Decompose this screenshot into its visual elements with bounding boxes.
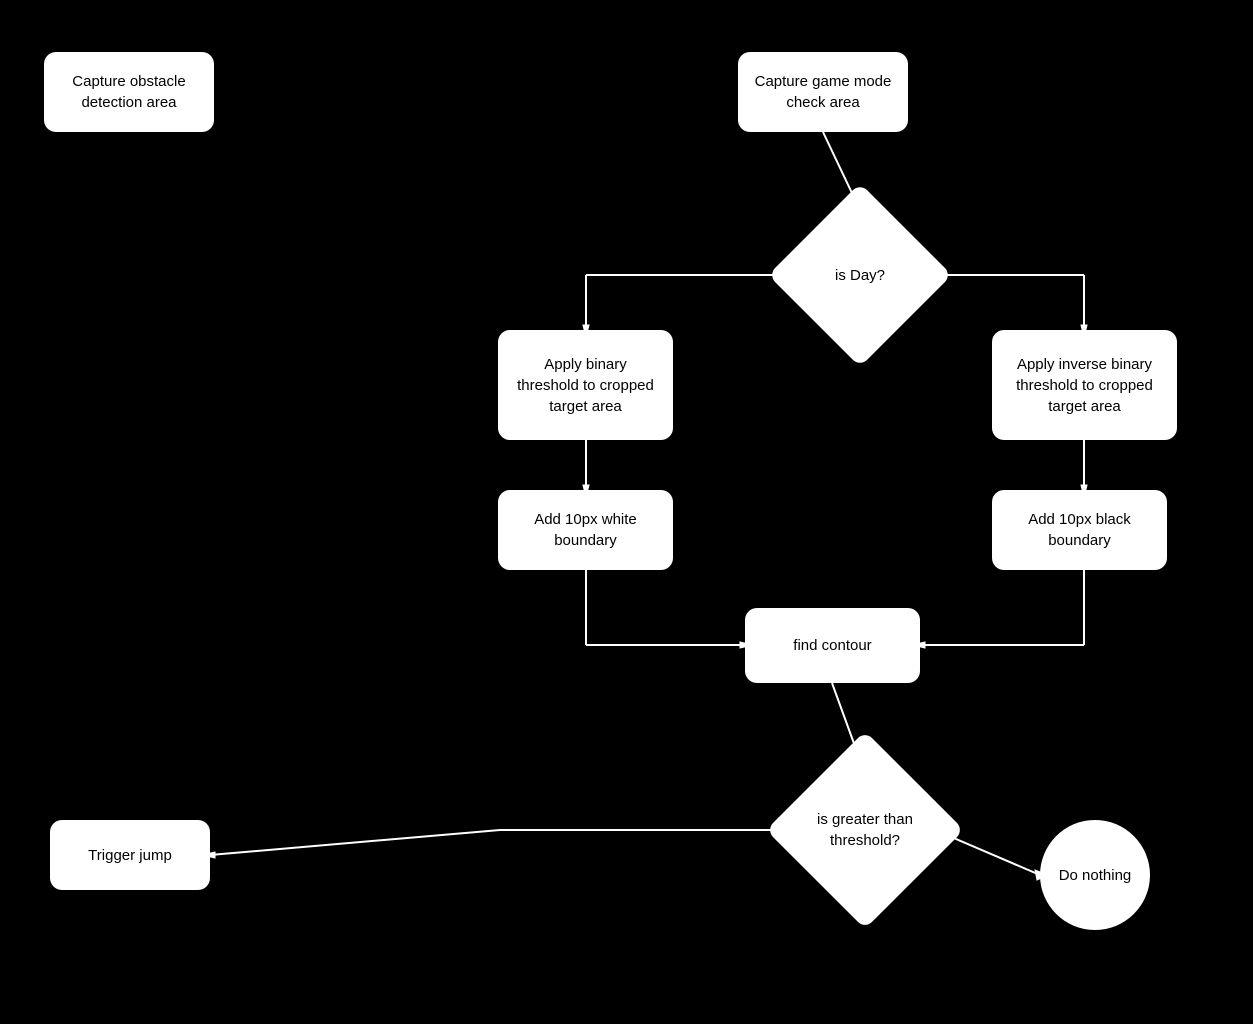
flowchart: Capture obstacle detection area Capture …: [0, 0, 1253, 1024]
capture-game-mode-node: Capture game mode check area: [738, 52, 908, 132]
add-white-boundary-node: Add 10px white boundary: [498, 490, 673, 570]
capture-obstacle-node: Capture obstacle detection area: [44, 52, 214, 132]
apply-binary-node: Apply binary threshold to cropped target…: [498, 330, 673, 440]
is-greater-diamond-label: is greater than threshold?: [795, 760, 935, 900]
is-day-diamond-label: is Day?: [795, 210, 925, 340]
find-contour-node: find contour: [745, 608, 920, 683]
trigger-jump-node: Trigger jump: [50, 820, 210, 890]
do-nothing-node: Do nothing: [1040, 820, 1150, 930]
add-black-boundary-node: Add 10px black boundary: [992, 490, 1167, 570]
apply-inv-binary-node: Apply inverse binary threshold to croppe…: [992, 330, 1177, 440]
